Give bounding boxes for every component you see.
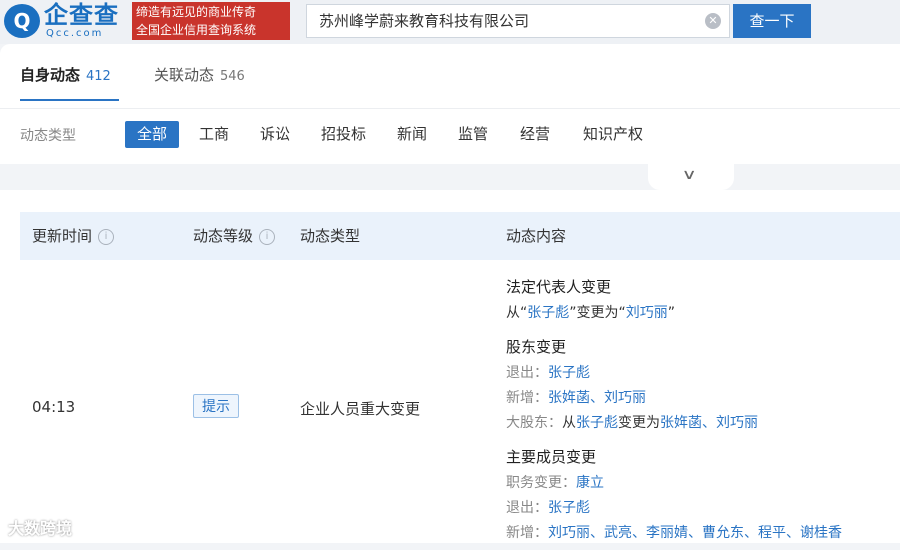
search-input[interactable]: 苏州峰学蔚来教育科技有限公司 ✕ <box>306 4 730 38</box>
person-link[interactable]: 张子彪 <box>548 500 590 516</box>
person-link[interactable]: 康立 <box>576 475 604 491</box>
slogan-line-1: 缔造有远见的商业传奇 <box>136 5 257 19</box>
info-icon[interactable]: i <box>98 228 115 245</box>
person-link[interactable]: 张子彪 <box>576 415 618 431</box>
filter-all[interactable]: 全部 <box>125 121 180 148</box>
header-level: 动态等级 i <box>193 212 276 260</box>
tab-count: 546 <box>220 69 245 84</box>
filter-ip[interactable]: 知识产权 <box>577 121 649 148</box>
chevron-down-icon[interactable]: ∨ <box>681 167 696 183</box>
legal-rep-title: 法定代表人变更 <box>506 278 612 296</box>
person-link[interactable]: 张子彪 <box>548 365 590 381</box>
shareholder-exit: 退出：张子彪 <box>506 365 590 381</box>
tab-related-dynamics[interactable]: 关联动态 546 <box>154 64 245 85</box>
person-link[interactable]: 张姩菡、刘巧丽 <box>660 415 758 431</box>
logo-text: 企查查 <box>44 1 119 29</box>
search-value: 苏州峰学蔚来教育科技有限公司 <box>319 12 530 30</box>
filter-litigation[interactable]: 诉讼 <box>254 121 296 148</box>
shareholder-add: 新增：张姩菡、刘巧丽 <box>506 390 646 406</box>
members-title: 主要成员变更 <box>506 448 597 466</box>
tabs-divider <box>0 108 900 109</box>
table-row: 04:13 提示 企业人员重大变更 法定代表人变更 从“张子彪”变更为“刘巧丽”… <box>20 260 900 550</box>
tab-label: 自身动态 <box>20 66 81 84</box>
info-icon[interactable]: i <box>259 228 276 245</box>
header-update-time: 更新时间 i <box>32 212 115 260</box>
tab-count: 412 <box>86 69 111 84</box>
filter-news[interactable]: 新闻 <box>391 121 433 148</box>
members-role-change: 职务变更：康立 <box>506 475 604 491</box>
header-type: 动态类型 <box>300 227 361 245</box>
filter-regulation[interactable]: 监管 <box>452 121 494 148</box>
members-add: 新增：刘巧丽、武亮、李丽婧、曹允东、程平、谢桂香 <box>506 525 842 541</box>
slogan-banner: 缔造有远见的商业传奇 全国企业信用查询系统 <box>132 2 290 40</box>
top-bar: Q 企查查 Qcc.com 缔造有远见的商业传奇 全国企业信用查询系统 苏州峰学… <box>0 0 900 44</box>
level-badge: 提示 <box>193 394 239 418</box>
slogan-line-2: 全国企业信用查询系统 <box>136 23 257 37</box>
filter-label: 动态类型 <box>20 128 76 144</box>
table-header: 更新时间 i 动态等级 i 动态类型 动态内容 <box>20 212 900 260</box>
logo-domain: Qcc.com <box>46 28 104 39</box>
search-button[interactable]: 查一下 <box>733 4 811 38</box>
shareholder-title: 股东变更 <box>506 338 567 356</box>
legal-rep-change: 从“张子彪”变更为“刘巧丽” <box>506 305 676 321</box>
row-time: 04:13 <box>32 398 76 416</box>
watermark: 大数跨境 <box>8 519 73 538</box>
qcc-logo[interactable]: Q 企查查 Qcc.com <box>4 2 130 40</box>
person-link[interactable]: 张子彪 <box>527 305 569 321</box>
filter-operation[interactable]: 经营 <box>514 121 556 148</box>
expand-bar <box>0 164 900 190</box>
header-content: 动态内容 <box>506 227 567 245</box>
clear-icon[interactable]: ✕ <box>705 13 721 29</box>
filter-bidding[interactable]: 招投标 <box>315 121 372 148</box>
row-type: 企业人员重大变更 <box>300 400 421 418</box>
person-link[interactable]: 刘巧丽、武亮、李丽婧、曹允东、程平、谢桂香 <box>548 525 842 541</box>
active-tab-underline <box>20 99 119 101</box>
person-link[interactable]: 张姩菡、刘巧丽 <box>548 390 646 406</box>
main-card: 自身动态 412 关联动态 546 动态类型 全部 工商 诉讼 招投标 新闻 监管 … <box>0 44 900 543</box>
filter-business[interactable]: 工商 <box>193 121 235 148</box>
members-exit: 退出：张子彪 <box>506 500 590 516</box>
tab-self-dynamics[interactable]: 自身动态 412 <box>20 64 111 85</box>
major-shareholder: 大股东：从张子彪变更为张姩菡、刘巧丽 <box>506 415 758 431</box>
tab-label: 关联动态 <box>154 66 215 84</box>
person-link[interactable]: 刘巧丽 <box>626 305 668 321</box>
qcc-logo-icon: Q <box>4 4 40 38</box>
